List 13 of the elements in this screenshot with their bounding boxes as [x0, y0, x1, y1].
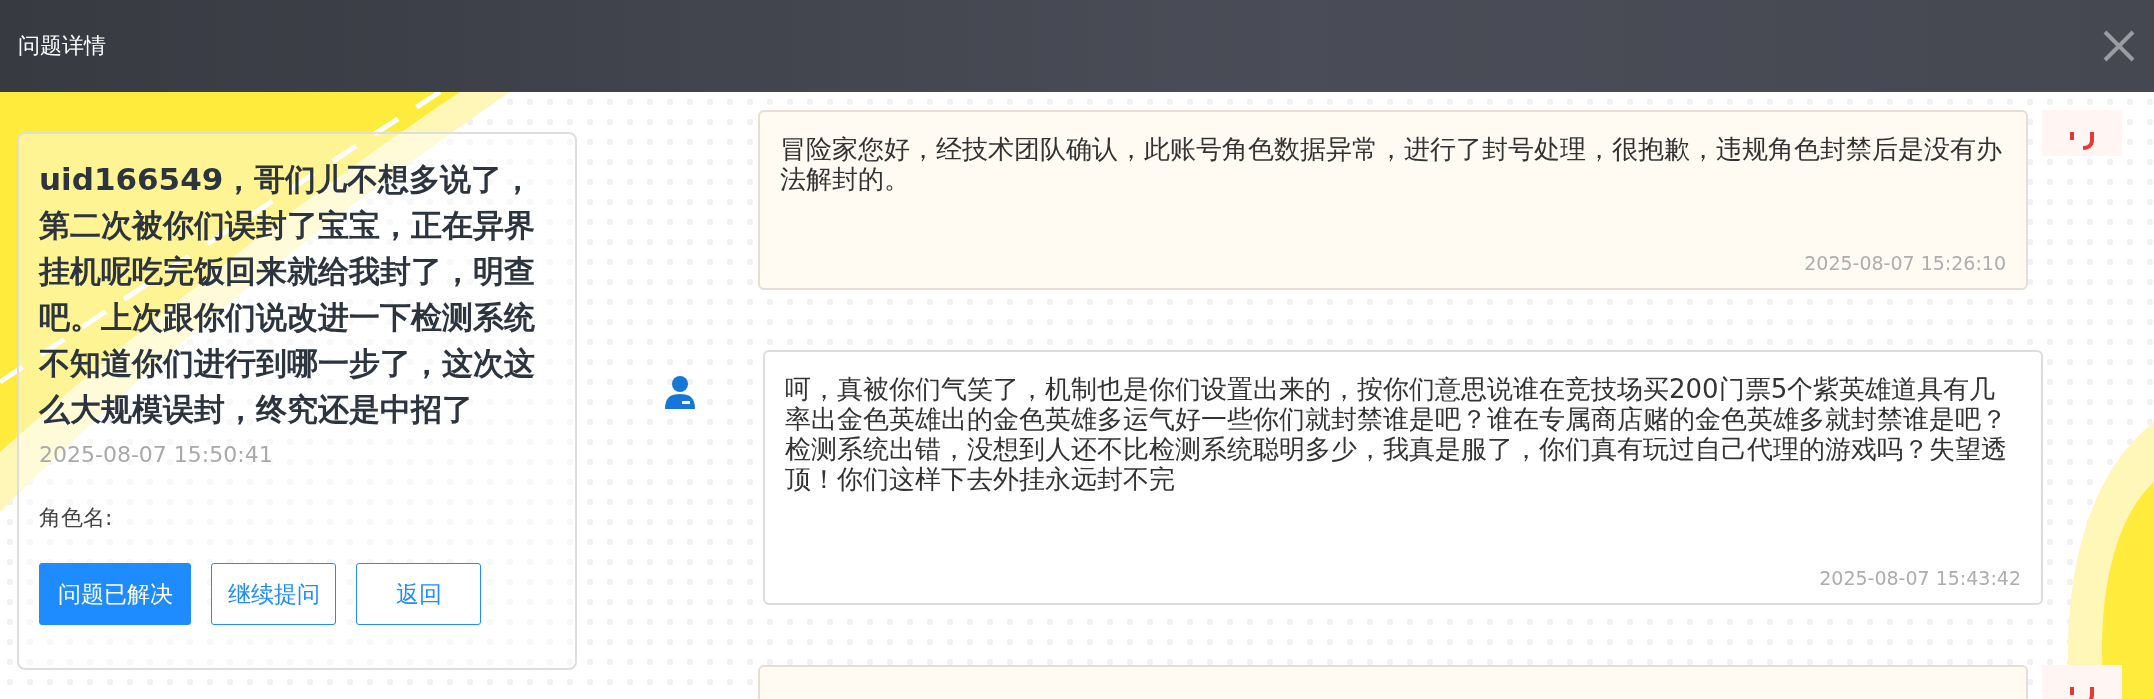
timestamp: 2025-08-07 15:50:41: [39, 442, 274, 467]
question-text: uid166549，哥们儿不想多说了，第二次被你们误封了宝宝，正在异界挂机呢吃完饭回来就给我封了，明查吧。上次跟你们说改进一下检测系统不知道你们进行到哪一步了，这次这么大规模误封，终究还是中招了: [39, 160, 536, 429]
action-button[interactable]: 问题已解决: [39, 563, 191, 625]
timestamp: 2025-08-07 15:43:42: [1818, 567, 2021, 589]
timestamp: 2025-08-07 15:26:10: [1803, 252, 2006, 274]
user-icon: [665, 375, 695, 409]
window-title: 问题详情: [18, 32, 106, 60]
action-button[interactable]: 继续提问: [211, 563, 336, 625]
message-text: 呵，真被你们气笑了，机制也是你们设置出来的，按你们意思说谁在竞技场买200门票5个紫英雄道具有几率出金色英雄出的金色英雄多运气好一些你们就封禁谁是吧？谁在专属商店赌的金色英雄多就封禁谁是吧？检测系统出错，没想到人还不比检测系统聪明多少，我真是服了，你们真有玩过自己代理的游戏吗？失望透顶！你们这样下去外挂永远封不完: [785, 374, 2008, 494]
role-name-label: 角色名:: [39, 504, 114, 532]
action-button[interactable]: 返回: [356, 563, 481, 625]
message-text: 冒险家您好，经技术团队确认，此账号角色数据异常，进行了封号处理，很抱歉，违规角色封禁后是没有办法解封的。: [780, 134, 2003, 194]
close-icon[interactable]: [2102, 29, 2136, 63]
